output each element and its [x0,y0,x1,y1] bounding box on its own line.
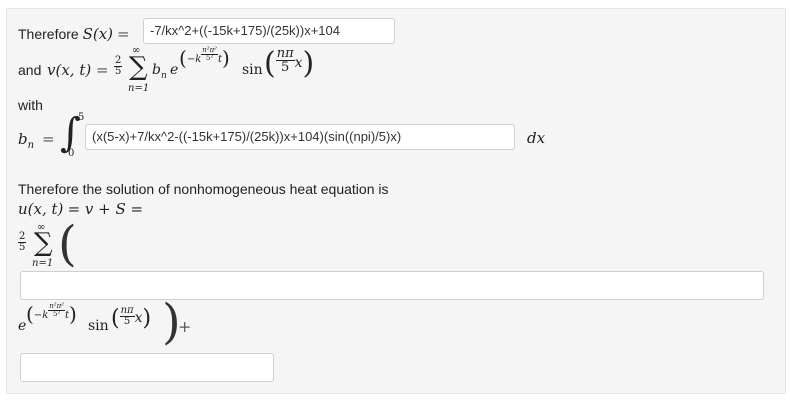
equals-sign: = [42,130,55,148]
sin-argument: (nπ 5 x) [264,45,315,81]
summation-symbol: ∑ [34,228,53,258]
sum-lower-limit: n=1 [32,258,54,269]
s-argument: (x) [92,25,114,43]
exponent: (−k n²π² 5² t) [26,302,77,326]
u-expansion: = v + S = [67,200,144,218]
sin-argument: (nπ 5 x) [111,304,152,331]
coefficient-fraction: 25 [18,231,27,253]
v-symbol: v(x, t) [47,61,92,79]
sin-function: sin [88,318,109,334]
remaining-term-input[interactable] [20,353,274,382]
sin-function: sin [242,62,263,78]
equals-sign: = [96,61,109,79]
sum-lower-limit: n=1 [128,83,150,94]
s-symbol: S [82,25,93,43]
and-label: and [18,62,42,78]
u-symbol: u [18,200,28,218]
equals-sign: = [116,25,130,43]
with-label: with [18,97,43,113]
u-equation-line: u(x, t) = v + S = [18,200,143,218]
integral-lower-limit: 0 [68,148,75,159]
exponent: (−k n²π² 5² t) [179,46,230,70]
series-coefficient-input[interactable] [20,271,764,300]
bn-term: bn [152,62,167,81]
coefficient-fraction: 25 [114,55,123,77]
exponential-e: e [170,62,179,78]
bn-integrand-input[interactable]: (x(5-x)+7/kx^2-((-15k+175)/(25k))x+104)(… [85,124,515,150]
integral-upper-limit: 5 [78,112,85,123]
summation-symbol: ∑ [129,52,148,82]
solution-statement: Therefore the solution of nonhomogeneous… [18,181,389,197]
dx-label: dx [527,129,546,147]
s-expression-input[interactable]: -7/kx^2+((-15k+175)/(25k))x+104 [143,18,395,44]
bn-symbol: bn [18,130,35,151]
therefore-label: Therefore [18,26,79,42]
open-paren: ( [58,216,77,272]
plus-sign: + [178,317,192,336]
exponential-sine-term: e (−k n²π² 5² t) sin (nπ 5 x) ) + [18,294,218,350]
s-definition-line: Therefore S(x) = [18,24,130,44]
solution-series-start: 25 ∞ ∑ n=1 ( [18,216,138,272]
